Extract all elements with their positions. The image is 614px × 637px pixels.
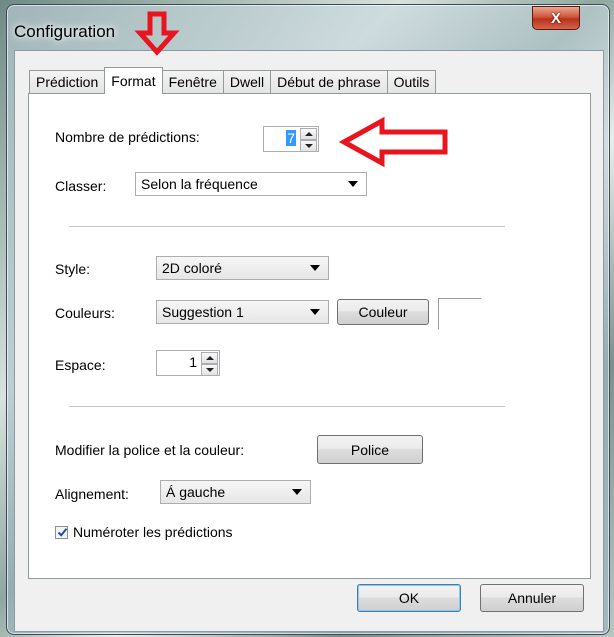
sort-select[interactable]: Selon la fréquence <box>135 172 367 196</box>
predictions-count-label: Nombre de prédictions: <box>55 129 200 145</box>
style-label: Style: <box>55 261 91 277</box>
window-title: Configuration <box>14 22 116 41</box>
spin-down-icon[interactable] <box>201 364 218 376</box>
ok-button[interactable]: OK <box>357 584 461 612</box>
alignment-select[interactable]: Á gauche <box>160 480 311 504</box>
spacing-label: Espace: <box>55 357 106 373</box>
predictions-count-updown[interactable] <box>300 128 317 152</box>
tab-dwell[interactable]: Dwell <box>222 70 272 93</box>
predictions-count-value[interactable]: 7 <box>286 130 296 146</box>
colors-label: Couleurs: <box>55 305 115 321</box>
close-button[interactable]: X <box>532 6 580 30</box>
numbering-label: Numéroter les prédictions <box>73 524 233 540</box>
alignment-label: Alignement: <box>55 486 129 502</box>
style-select[interactable]: 2D coloré <box>156 256 329 280</box>
chevron-down-icon <box>310 265 320 271</box>
spin-down-icon[interactable] <box>300 140 317 152</box>
spacing-value[interactable]: 1 <box>189 354 197 370</box>
alignment-select-value: Á gauche <box>166 484 226 500</box>
tab-prediction[interactable]: Prédiction <box>29 70 106 93</box>
color-swatch <box>438 298 482 330</box>
color-button[interactable]: Couleur <box>337 299 429 325</box>
spin-up-icon[interactable] <box>300 128 317 140</box>
tab-format[interactable]: Format <box>104 67 163 94</box>
sort-label: Classer: <box>55 178 107 194</box>
chevron-down-icon <box>348 181 358 187</box>
divider <box>69 406 505 408</box>
dialog-client-area: Prédiction Format Fenêtre Dwell Début de… <box>14 50 604 632</box>
predictions-count-spinner[interactable]: 7 <box>263 126 319 152</box>
tab-debut-de-phrase[interactable]: Début de phrase <box>270 70 388 93</box>
tab-outils[interactable]: Outils <box>386 70 437 93</box>
cancel-button[interactable]: Annuler <box>480 584 584 612</box>
style-select-value: 2D coloré <box>162 260 222 276</box>
close-icon: X <box>550 9 561 27</box>
numbering-checkbox[interactable] <box>55 526 68 539</box>
tab-fenetre[interactable]: Fenêtre <box>161 70 224 93</box>
spacing-spinner[interactable]: 1 <box>156 350 220 376</box>
colors-select[interactable]: Suggestion 1 <box>156 300 329 324</box>
tab-strip: Prédiction Format Fenêtre Dwell Début de… <box>29 67 437 94</box>
chevron-down-icon <box>310 309 320 315</box>
font-button[interactable]: Police <box>317 435 423 464</box>
format-tab-panel: Nombre de prédictions: 7 Classer: Selon … <box>28 93 591 579</box>
font-label: Modifier la police et la couleur: <box>55 442 245 458</box>
spacing-updown[interactable] <box>201 352 218 376</box>
check-icon <box>57 528 68 537</box>
divider <box>69 226 505 228</box>
chevron-down-icon <box>292 489 302 495</box>
spin-up-icon[interactable] <box>201 352 218 364</box>
sort-select-value: Selon la fréquence <box>141 176 258 192</box>
colors-select-value: Suggestion 1 <box>162 304 244 320</box>
